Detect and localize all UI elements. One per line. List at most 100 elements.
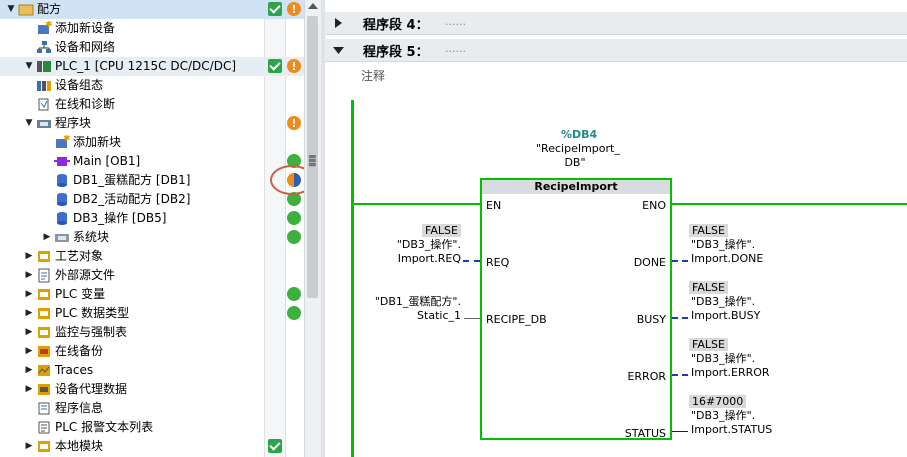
tree-item-label: Traces [55,363,94,377]
tree-item[interactable]: ▶ PLC 变量 [0,285,304,304]
done-operand-line2[interactable]: Import.DONE [691,252,763,266]
tree-item[interactable]: ▶ Traces [0,361,304,380]
network-4-title: 程序段 4： [363,18,429,33]
tree-item[interactable]: ▼ 程序块 [0,114,304,133]
tree-item[interactable]: ▶ 工艺对象 [0,247,304,266]
tree-item[interactable]: ✱ 添加新设备 [0,19,304,38]
program-blocks-icon [36,116,52,131]
pin-en: EN [486,199,502,212]
error-operand-line1[interactable]: "DB3_操作". [691,352,755,366]
req-value: FALSE [422,224,461,237]
tree-item-label: 在线备份 [55,344,104,358]
tree-item[interactable]: 设备组态 [0,76,304,95]
tree-item[interactable]: ▶ 外部源文件 [0,266,304,285]
tree-item[interactable]: 在线和诊断 [0,95,304,114]
tree-item[interactable]: ▶ PLC 数据类型 [0,304,304,323]
expand-arrow-icon[interactable]: ▶ [24,266,34,285]
tree-item[interactable]: 设备和网络 [0,38,304,57]
plc-datatypes-icon [36,306,52,321]
tree-vertical-scrollbar[interactable] [304,0,321,457]
collapse-arrow-icon[interactable]: ▼ [24,114,34,133]
tree-item-label: 在线和诊断 [55,97,116,111]
expand-arrow-icon[interactable]: ▶ [24,285,34,304]
expand-arrow-icon[interactable]: ▶ [24,342,34,361]
network-comment[interactable]: 注释 [325,64,907,86]
status-warning-icon [287,57,301,76]
error-value: FALSE [689,338,728,351]
block-type-title: RecipeImport [482,180,670,194]
online-diagnostics-icon [36,97,52,112]
tree-item[interactable]: ▶ 本地模块 [0,437,304,456]
status-operand-line2[interactable]: Import.STATUS [691,423,772,437]
db-icon [54,211,70,226]
tree-item[interactable]: ▶ 设备代理数据 [0,380,304,399]
collapse-arrow-icon[interactable] [333,18,343,28]
tree-item[interactable]: DB2_活动配方 [DB2] [0,190,304,209]
network-4-header[interactable]: 程序段 4： ...... [325,12,907,35]
busy-operand-line1[interactable]: "DB3_操作". [691,295,755,309]
error-operand-line2[interactable]: Import.ERROR [691,366,770,380]
tree-item[interactable]: ▼ PLC_1 [CPU 1215C DC/DC/DC] [0,57,304,76]
tree-item-label: 本地模块 [55,439,104,453]
instance-db-number[interactable]: %DB4 [561,128,597,141]
expand-arrow-icon[interactable]: ▶ [24,437,34,456]
recipe-import-block[interactable]: RecipeImport EN REQ RECIPE_DB ENO DONE B… [480,178,672,440]
status-warning-icon [287,114,301,133]
compiled-check-icon [268,439,282,453]
tree-item-label: 添加新块 [73,135,122,149]
busy-operand-line2[interactable]: Import.BUSY [691,309,760,323]
tree-item-label: 设备代理数据 [55,382,128,396]
pin-status: STATUS [624,427,666,440]
local-modules-icon [36,439,52,454]
recipe-db-operand-line2[interactable]: Static_1 [355,309,461,323]
expand-arrow-icon[interactable]: ▶ [24,304,34,323]
tree-item-label: PLC_1 [CPU 1215C DC/DC/DC] [55,59,237,73]
scroll-up-icon[interactable] [308,3,318,9]
plc-tags-icon [36,287,52,302]
instance-db-name-line1[interactable]: "RecipeImport_ [536,142,620,156]
tree-item[interactable]: ▶ 监控与强制表 [0,323,304,342]
network-icon [36,40,52,55]
req-operand-line1[interactable]: "DB3_操作". [359,238,461,252]
tree-item-label: 监控与强制表 [55,325,128,339]
tree-item[interactable]: Main [OB1] [0,152,304,171]
instance-db-name-line2[interactable]: DB" [536,156,614,170]
alarm-text-icon [36,420,52,435]
expand-arrow-icon[interactable]: ▶ [24,361,34,380]
collapse-arrow-icon[interactable]: ▼ [24,57,34,76]
svg-text:✱: ✱ [63,135,70,144]
collapse-arrow-icon[interactable]: ▼ [6,0,16,19]
technology-objects-icon [36,249,52,264]
expand-arrow-icon[interactable]: ▶ [24,380,34,399]
done-value: FALSE [689,224,728,237]
pin-eno: ENO [642,199,666,212]
tree-item[interactable]: PLC 报警文本列表 [0,418,304,437]
expand-arrow-icon[interactable]: ▶ [42,228,52,247]
done-operand-line1[interactable]: "DB3_操作". [691,238,755,252]
network-5-header[interactable]: 程序段 5： ...... [325,39,907,62]
req-operand-line2[interactable]: Import.REQ [359,252,461,266]
eno-wire [672,203,907,205]
tree-item[interactable]: ▶ 系统块 [0,228,304,247]
project-tree: ▼配方✱添加新设备设备和网络▼PLC_1 [CPU 1215C DC/DC/DC… [0,0,321,457]
add-block-icon: ✱ [54,134,71,150]
status-ok-icon [287,211,301,225]
comment-label: 注释 [361,69,386,83]
tree-item[interactable]: ▶ 在线备份 [0,342,304,361]
tree-item[interactable]: DB3_操作 [DB5] [0,209,304,228]
tree-item[interactable]: DB1_蛋糕配方 [DB1] [0,171,304,190]
pin-recipe-db: RECIPE_DB [486,313,547,326]
expand-arrow-icon[interactable] [333,45,345,55]
status-operand-line1[interactable]: "DB3_操作". [691,409,755,423]
tree-item[interactable]: ✱ 添加新块 [0,133,304,152]
network-5-comment-placeholder[interactable]: ...... [445,42,466,55]
expand-arrow-icon[interactable]: ▶ [24,247,34,266]
network-4-comment-placeholder[interactable]: ...... [445,15,466,28]
expand-arrow-icon[interactable]: ▶ [24,323,34,342]
tree-item[interactable]: ▼ 配方 [0,0,304,19]
folder-icon [18,2,34,17]
busy-wire [672,317,688,319]
tree-item[interactable]: 程序信息 [0,399,304,418]
recipe-db-operand-line1[interactable]: "DB1_蛋糕配方". [355,295,461,309]
tree-item-label: 程序块 [55,116,92,130]
